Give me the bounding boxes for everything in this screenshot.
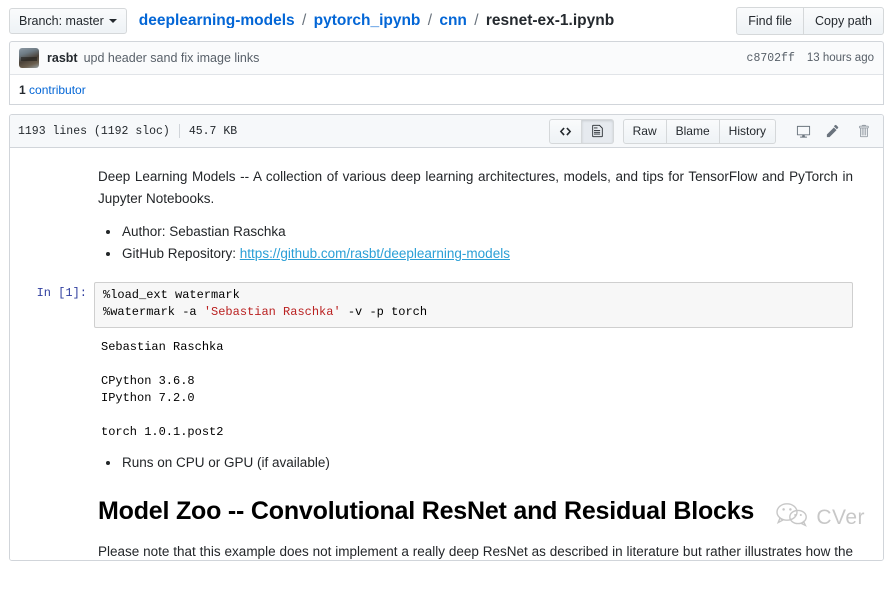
notebook-code-cell: In [1]: %load_ext watermark %watermark -…: [24, 282, 857, 327]
view-toggle-group: [549, 119, 614, 144]
notebook-runs-list: Runs on CPU or GPU (if available): [24, 452, 857, 474]
author-text: Author: Sebastian Raschka: [122, 224, 286, 239]
find-file-button[interactable]: Find file: [736, 7, 804, 35]
file-toolbar-actions: Raw Blame History: [549, 119, 875, 144]
breadcrumb: deeplearning-models / pytorch_ipynb / cn…: [139, 13, 614, 29]
pencil-icon[interactable]: [821, 119, 845, 143]
repository-label: GitHub Repository:: [122, 246, 240, 261]
page-title: Model Zoo -- Convolutional ResNet and Re…: [24, 496, 857, 527]
contributors-link[interactable]: 1 contributor: [19, 83, 86, 97]
cell-prompt-label: In [1]:: [24, 282, 94, 300]
document-icon[interactable]: [582, 119, 614, 144]
trash-icon[interactable]: [851, 119, 875, 143]
branch-selector-button[interactable]: Branch: master: [9, 8, 127, 34]
latest-commit-box: rasbt upd header sand fix image links c8…: [9, 41, 884, 105]
notebook-intro-list: Author: Sebastian Raschka GitHub Reposit…: [24, 221, 857, 265]
commit-timestamp: 13 hours ago: [807, 52, 874, 64]
breadcrumb-item-cnn[interactable]: cnn: [439, 13, 467, 29]
breadcrumb-separator: /: [425, 13, 435, 29]
contributors-label: contributor: [29, 83, 86, 97]
branch-selector-label: Branch: master: [19, 14, 104, 28]
cell-output-area: Sebastian Raschka CPython 3.6.8 IPython …: [24, 339, 857, 441]
list-item: Runs on CPU or GPU (if available): [98, 452, 857, 474]
contributors-count: 1: [19, 83, 26, 97]
toolbar-divider: [179, 124, 180, 138]
code-brackets-icon[interactable]: [549, 119, 582, 144]
commit-sha[interactable]: c8702ff: [747, 52, 795, 65]
notebook-description-paragraph: Please note that this example does not i…: [24, 541, 857, 560]
file-toolbar: 1193 lines (1192 sloc) 45.7 KB Raw Blame…: [10, 115, 883, 148]
code-string-token: 'Sebastian Raschka': [204, 305, 341, 319]
desktop-download-icon[interactable]: [791, 119, 815, 143]
notebook-intro-paragraph: Deep Learning Models -- A collection of …: [24, 166, 857, 210]
code-line-1: %load_ext watermark: [103, 288, 240, 302]
breadcrumb-separator: /: [299, 13, 309, 29]
breadcrumb-separator: /: [471, 13, 481, 29]
copy-path-button[interactable]: Copy path: [804, 7, 884, 35]
output-cpython-version: CPython 3.6.8: [101, 374, 195, 388]
breadcrumb-item-filename: resnet-ex-1.ipynb: [486, 13, 614, 29]
cell-input-area[interactable]: %load_ext watermark %watermark -a 'Sebas…: [94, 282, 853, 327]
file-header-bar: Branch: master deeplearning-models / pyt…: [0, 0, 893, 41]
notebook-inner: Deep Learning Models -- A collection of …: [10, 166, 883, 560]
file-size: 45.7 KB: [189, 125, 237, 138]
commit-author-link[interactable]: rasbt: [47, 51, 78, 65]
commit-row: rasbt upd header sand fix image links c8…: [10, 42, 883, 74]
list-item: GitHub Repository: https://github.com/ra…: [98, 243, 857, 265]
file-content-box: 1193 lines (1192 sloc) 45.7 KB Raw Blame…: [9, 114, 884, 561]
file-view-buttons: Raw Blame History: [623, 119, 776, 144]
commit-message[interactable]: upd header sand fix image links: [84, 51, 260, 65]
output-author: Sebastian Raschka: [101, 340, 223, 354]
commit-meta: c8702ff 13 hours ago: [747, 52, 874, 65]
avatar: [19, 48, 39, 68]
contributors-row: 1 contributor: [10, 74, 883, 104]
notebook-render-area: Deep Learning Models -- A collection of …: [10, 148, 883, 560]
chevron-down-icon: [109, 19, 117, 23]
output-ipython-version: IPython 7.2.0: [101, 391, 195, 405]
list-item: Author: Sebastian Raschka: [98, 221, 857, 243]
history-button[interactable]: History: [720, 119, 776, 144]
breadcrumb-item-repo[interactable]: deeplearning-models: [139, 13, 295, 29]
code-line-2-prefix: %watermark -a: [103, 305, 204, 319]
header-actions: Find file Copy path: [736, 7, 884, 35]
file-info: 1193 lines (1192 sloc) 45.7 KB: [18, 124, 237, 138]
blame-button[interactable]: Blame: [667, 119, 720, 144]
file-line-count: 1193 lines (1192 sloc): [18, 125, 170, 138]
raw-button[interactable]: Raw: [623, 119, 667, 144]
breadcrumb-item-pytorch-ipynb[interactable]: pytorch_ipynb: [314, 13, 421, 29]
output-torch-version: torch 1.0.1.post2: [101, 425, 223, 439]
code-line-2-suffix: -v -p torch: [341, 305, 427, 319]
github-repository-link[interactable]: https://github.com/rasbt/deeplearning-mo…: [240, 246, 510, 261]
